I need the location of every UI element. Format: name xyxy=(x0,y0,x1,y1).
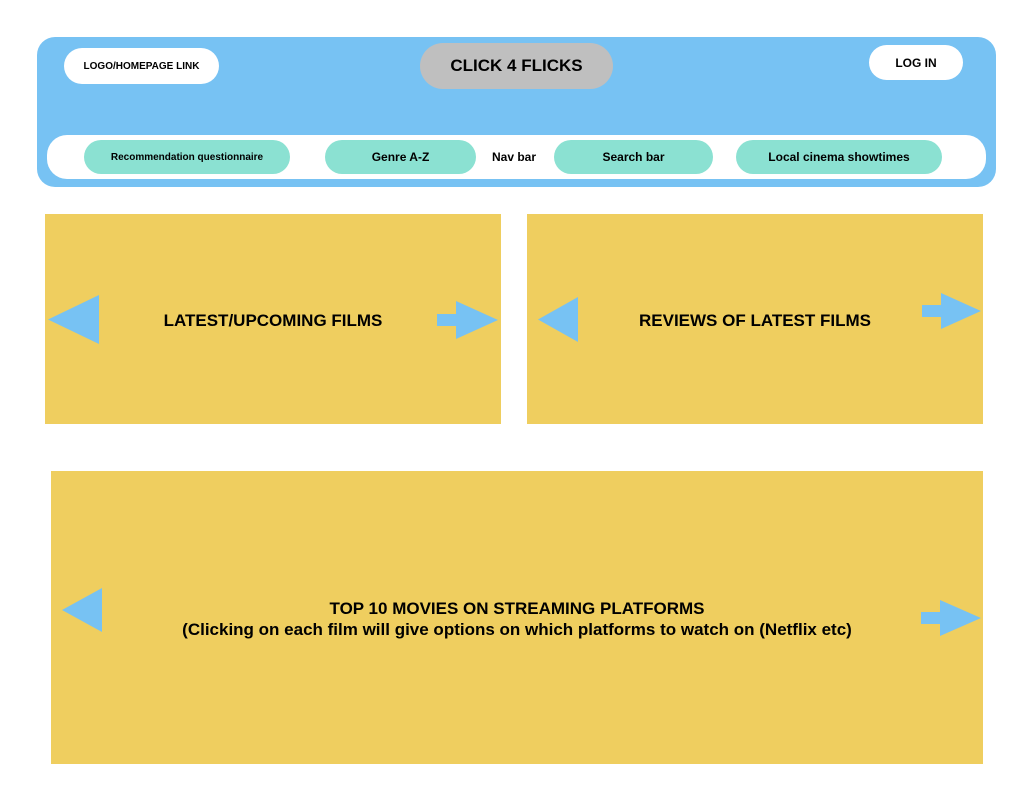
nav-item-genre-a-z[interactable]: Genre A-Z xyxy=(325,140,476,174)
nav-item-search-bar[interactable]: Search bar xyxy=(554,140,713,174)
top10-title: TOP 10 MOVIES ON STREAMING PLATFORMS xyxy=(329,599,705,618)
top10-subtitle: (Clicking on each film will give options… xyxy=(182,620,852,639)
login-button[interactable]: LOG IN xyxy=(869,45,963,80)
reviews-title: REVIEWS OF LATEST FILMS xyxy=(638,311,871,330)
nav-bar: Recommendation questionnaire Genre A-Z N… xyxy=(47,135,986,179)
site-title: CLICK 4 FLICKS xyxy=(420,43,613,89)
arrow-right-icon[interactable] xyxy=(921,600,981,636)
logo-homepage-link[interactable]: LOGO/HOMEPAGE LINK xyxy=(64,48,219,84)
top10-streaming-carousel: TOP 10 MOVIES ON STREAMING PLATFORMS (Cl… xyxy=(51,471,983,764)
arrow-right-icon[interactable] xyxy=(922,293,981,329)
nav-item-local-cinema-showtimes[interactable]: Local cinema showtimes xyxy=(736,140,942,174)
arrow-right-icon[interactable] xyxy=(437,301,498,339)
latest-films-carousel: LATEST/UPCOMING FILMS xyxy=(45,214,501,424)
latest-films-title: LATEST/UPCOMING FILMS xyxy=(163,311,383,330)
nav-item-recommendation-questionnaire[interactable]: Recommendation questionnaire xyxy=(84,140,290,174)
header: LOGO/HOMEPAGE LINK CLICK 4 FLICKS LOG IN… xyxy=(37,37,996,187)
nav-bar-label: Nav bar xyxy=(492,150,537,164)
reviews-carousel: REVIEWS OF LATEST FILMS xyxy=(527,214,983,424)
